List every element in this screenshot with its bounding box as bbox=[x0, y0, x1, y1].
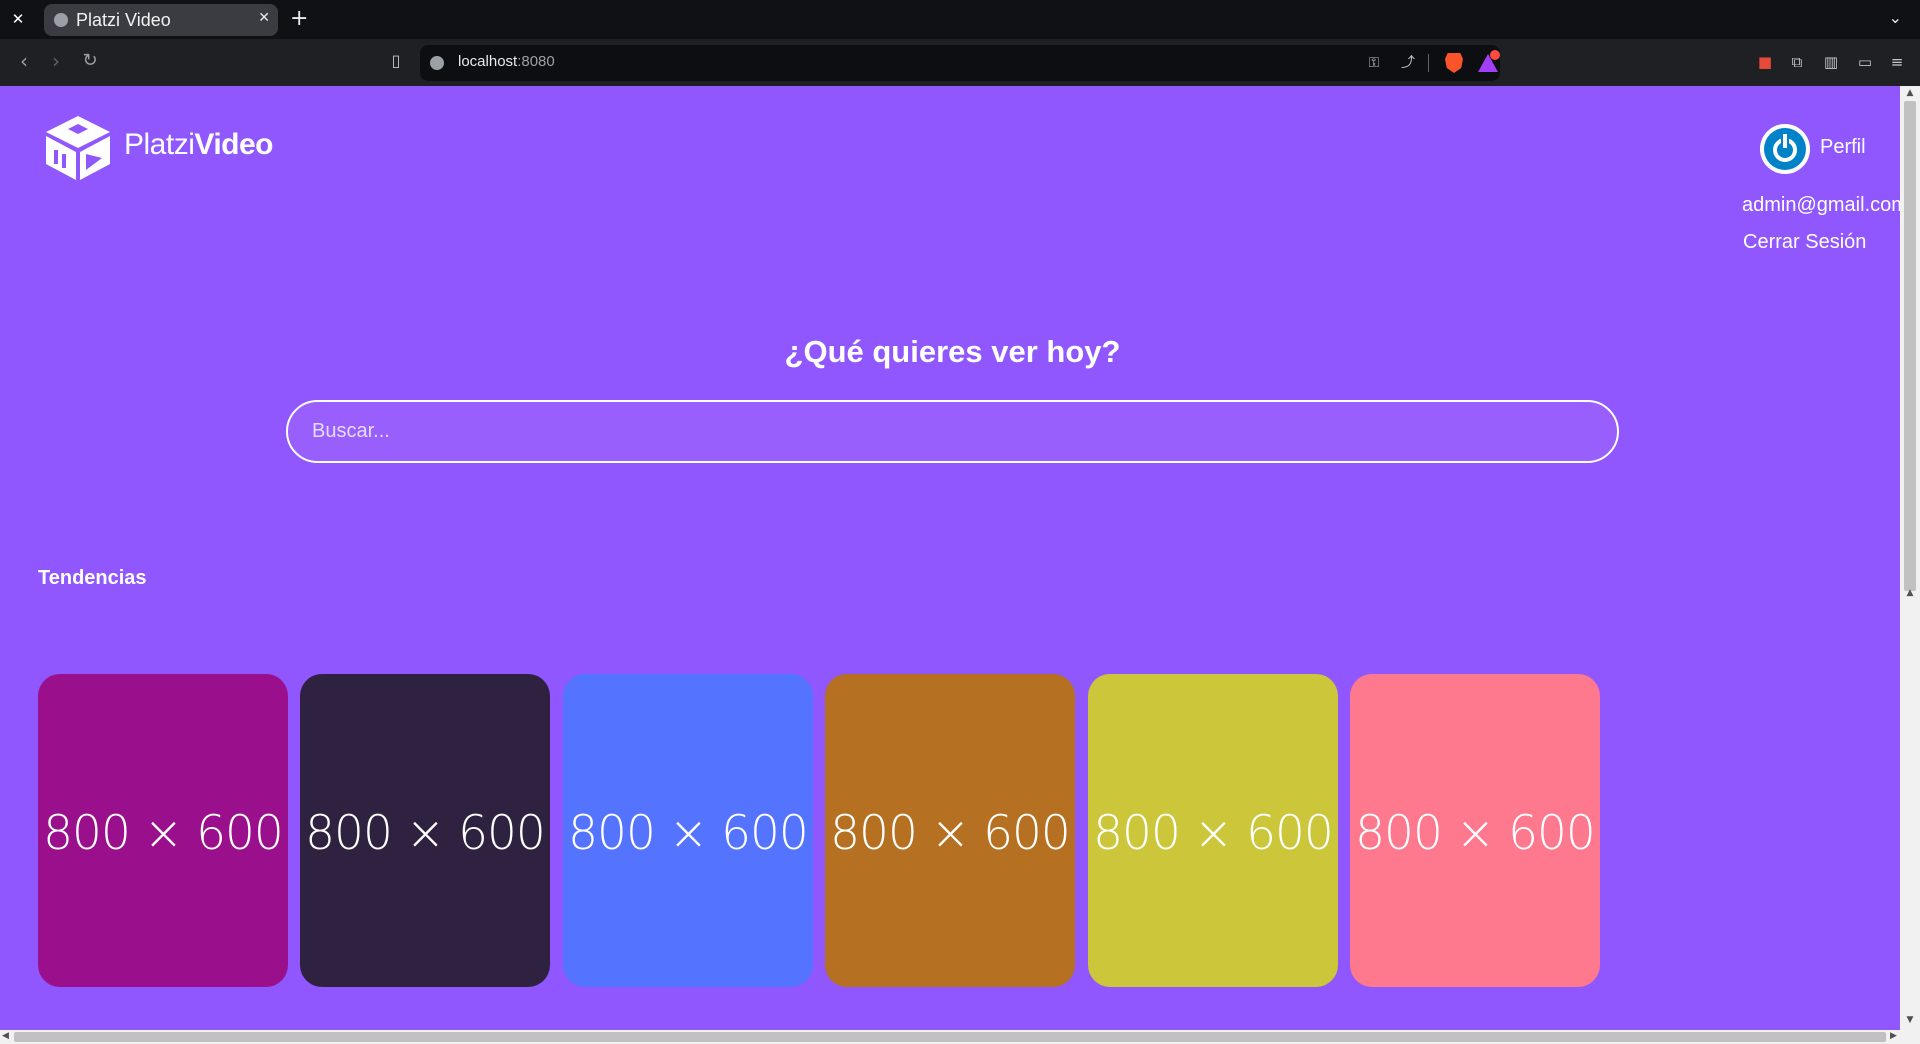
scroll-up-arrow-icon[interactable]: ▲ bbox=[1904, 88, 1916, 98]
divider bbox=[1428, 54, 1429, 72]
search-bar[interactable] bbox=[286, 400, 1619, 463]
section-title-trends: Tendencias bbox=[38, 567, 147, 589]
carousel-item[interactable]: 800 × 600 bbox=[1350, 674, 1600, 987]
carousel-item[interactable]: 800 × 600 bbox=[825, 674, 1075, 987]
share-icon[interactable]: ⤴ bbox=[1398, 53, 1418, 73]
brave-shields-icon[interactable] bbox=[1445, 53, 1463, 73]
logo-text-light: Platzi bbox=[124, 128, 195, 161]
forward-icon[interactable]: › bbox=[44, 49, 68, 73]
tab-bar: ✕ Platzi Video ✕ + ⌄ bbox=[0, 0, 1920, 39]
close-window-icon[interactable]: ✕ bbox=[8, 9, 28, 29]
scroll-down-arrow-icon[interactable]: ▼ bbox=[1904, 1015, 1916, 1025]
globe-icon bbox=[54, 13, 68, 27]
carousel-item-label: 800 × 600 bbox=[568, 806, 809, 861]
carousel-item[interactable]: 800 × 600 bbox=[38, 674, 288, 987]
cube-logo-icon bbox=[46, 116, 110, 180]
notification-dot-icon bbox=[1490, 50, 1500, 60]
key-icon[interactable]: ⚿ bbox=[1364, 53, 1384, 73]
carousel-item[interactable]: 800 × 600 bbox=[1088, 674, 1338, 987]
extensions-puzzle-icon[interactable]: ⧉ bbox=[1786, 51, 1808, 73]
reload-icon[interactable]: ↻ bbox=[78, 49, 102, 73]
carousel-item-label: 800 × 600 bbox=[1093, 806, 1334, 861]
browser-toolbar: ‹ › ↻ ▯ localhost:8080 ⚿ ⤴ ■ ⧉ ▥ ▭ ≡ bbox=[0, 39, 1920, 86]
menu-icon[interactable]: ≡ bbox=[1886, 51, 1908, 73]
logo-text-bold: Video bbox=[194, 128, 273, 161]
search-input[interactable] bbox=[312, 402, 1592, 461]
carousel-item-label: 800 × 600 bbox=[830, 806, 1071, 861]
trends-carousel: 800 × 600 800 × 600 800 × 600 800 × 600 … bbox=[38, 674, 1600, 987]
browser-tab[interactable]: Platzi Video ✕ bbox=[44, 4, 278, 36]
power-avatar-icon bbox=[1760, 124, 1810, 174]
extension-icon[interactable]: ■ bbox=[1754, 51, 1776, 73]
tab-search-chevron-icon[interactable]: ⌄ bbox=[1889, 8, 1902, 27]
carousel-item-label: 800 × 600 bbox=[1355, 806, 1596, 861]
back-icon[interactable]: ‹ bbox=[12, 49, 36, 73]
url-text[interactable]: localhost:8080 bbox=[458, 53, 555, 70]
tab-title: Platzi Video bbox=[76, 10, 171, 30]
profile-label[interactable]: Perfil bbox=[1820, 136, 1866, 159]
logo-text: PlatziVideo bbox=[124, 128, 273, 162]
carousel-item[interactable]: 800 × 600 bbox=[563, 674, 813, 987]
address-bar[interactable]: localhost:8080 ⚿ ⤴ bbox=[420, 45, 1500, 81]
bookmark-icon[interactable]: ▯ bbox=[386, 51, 406, 73]
carousel-item[interactable]: 800 × 600 bbox=[300, 674, 550, 987]
user-email[interactable]: admin@gmail.com bbox=[1742, 194, 1900, 217]
hero-title: ¿Qué quieres ver hoy? bbox=[784, 334, 1121, 369]
scroll-right-arrow-icon[interactable]: ▶ bbox=[1890, 1031, 1897, 1041]
vertical-scrollbar-thumb[interactable] bbox=[1904, 101, 1916, 591]
scroll-left-arrow-icon[interactable]: ◀ bbox=[2, 1031, 9, 1041]
wallet-icon[interactable]: ▭ bbox=[1854, 51, 1876, 73]
sidebar-icon[interactable]: ▥ bbox=[1820, 51, 1842, 73]
site-info-icon[interactable] bbox=[430, 56, 444, 70]
url-port: :8080 bbox=[517, 53, 555, 70]
platzi-video-logo[interactable]: PlatziVideo bbox=[44, 114, 284, 180]
new-tab-button[interactable]: + bbox=[290, 6, 308, 32]
horizontal-scrollbar-thumb[interactable] bbox=[14, 1032, 1886, 1042]
carousel-item-label: 800 × 600 bbox=[305, 806, 546, 861]
url-host: localhost bbox=[458, 53, 518, 70]
page-content: PlatziVideo Perfil admin@gmail.com Cerra… bbox=[0, 86, 1900, 1030]
tab-close-icon[interactable]: ✕ bbox=[258, 10, 270, 26]
carousel-item-label: 800 × 600 bbox=[43, 806, 284, 861]
logout-link[interactable]: Cerrar Sesión bbox=[1743, 231, 1866, 254]
scroll-up-arrow-icon[interactable]: ▲ bbox=[1904, 588, 1916, 598]
